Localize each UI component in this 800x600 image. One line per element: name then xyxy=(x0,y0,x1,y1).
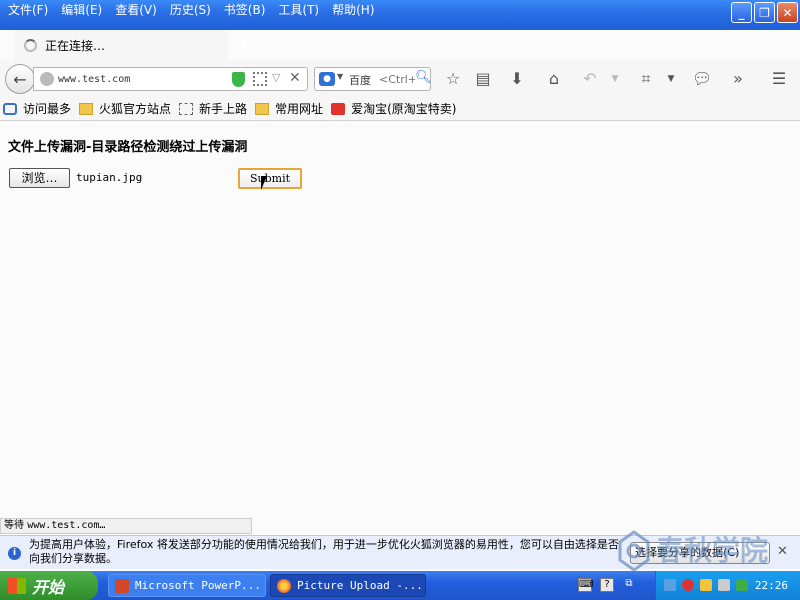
navigation-toolbar: ← ▽ ✕ ● ▼ 🔍︎ 百度 百度 ☆ ▤ ⬇ ⌂ ↶ ▼ ⌗ ▼ 💬︎ » … xyxy=(0,60,800,97)
screenshot-crop-icon[interactable]: ⌗ xyxy=(636,69,656,89)
status-host: www.test.com… xyxy=(27,520,106,531)
network-icon[interactable] xyxy=(664,579,676,591)
system-tray: 22:26 xyxy=(655,571,800,600)
taobao-icon xyxy=(331,102,346,115)
url-dropdown-icon[interactable]: ▽ xyxy=(272,71,280,84)
qr-code-icon[interactable] xyxy=(253,72,267,86)
folder-icon xyxy=(79,102,94,115)
firefox-icon xyxy=(277,578,291,593)
taskbar-item-powerpoint[interactable]: Microsoft PowerP... xyxy=(108,574,266,597)
menu-tools[interactable]: 工具(T) xyxy=(272,0,326,20)
search-engine-label: 百度 xyxy=(349,74,371,87)
close-window-button[interactable]: ✕ xyxy=(777,2,798,23)
globe-icon xyxy=(40,72,54,86)
bookmark-label: 常用网址 xyxy=(275,102,324,116)
url-input[interactable] xyxy=(58,71,228,87)
page-heading: 文件上传漏洞-目录路径检测绕过上传漏洞 xyxy=(8,140,248,155)
status-prefix: 等待 xyxy=(4,520,24,531)
selected-file-name: tupian.jpg xyxy=(76,171,143,184)
reload-icon[interactable]: ✕ xyxy=(289,70,301,86)
help-icon[interactable]: ? xyxy=(600,578,614,592)
search-icon[interactable]: 🔍︎ xyxy=(415,70,432,85)
menu-bar: 文件(F) 编辑(E) 查看(V) 历史(S) 书签(B) 工具(T) 帮助(H… xyxy=(2,0,382,20)
menu-help[interactable]: 帮助(H) xyxy=(326,0,381,20)
overflow-chevron-icon[interactable]: » xyxy=(728,69,748,89)
undo-dropdown-icon[interactable]: ▼ xyxy=(605,69,625,89)
tab-title: 正在连接… xyxy=(45,38,106,53)
powerpoint-icon xyxy=(115,578,129,593)
bookmark-star-icon[interactable]: ☆ xyxy=(443,69,463,89)
baidu-paw-icon[interactable]: ● xyxy=(319,72,335,86)
security-alert-icon[interactable] xyxy=(682,579,694,591)
bookmark-aitaobao[interactable]: 爱淘宝(原淘宝特卖) xyxy=(331,100,456,117)
search-icon xyxy=(3,102,17,115)
back-arrow-icon: ← xyxy=(13,69,27,89)
title-bar: 文件(F) 编辑(E) 查看(V) 历史(S) 书签(B) 工具(T) 帮助(H… xyxy=(0,0,800,30)
bookmark-label: 访问最多 xyxy=(23,102,72,116)
status-text: 等待 www.test.com… xyxy=(0,518,252,534)
windows-logo-icon xyxy=(8,577,26,594)
minimize-button[interactable]: _ xyxy=(731,2,752,23)
vm-icon[interactable] xyxy=(718,579,730,591)
hamburger-menu-icon[interactable]: ☰ xyxy=(769,69,789,89)
bookmark-label: 火狐官方站点 xyxy=(99,102,172,116)
taskbar: 开始 Microsoft PowerP... Picture Upload -.… xyxy=(0,571,800,600)
info-icon: i xyxy=(8,547,21,560)
loading-spinner-icon xyxy=(24,38,37,52)
mouse-cursor-icon xyxy=(261,176,273,190)
bookmarks-toolbar: 访问最多 火狐官方站点 新手上路 常用网址 爱淘宝(原淘宝特卖) xyxy=(0,97,800,121)
url-bar[interactable]: ▽ ✕ xyxy=(33,67,308,91)
folder-icon xyxy=(255,102,270,115)
bookmark-firefox-official[interactable]: 火狐官方站点 xyxy=(79,100,171,117)
search-bar[interactable]: ● ▼ 🔍︎ 百度 xyxy=(314,67,432,91)
taskbar-item-label: Microsoft PowerP... xyxy=(135,579,261,592)
start-button[interactable]: 开始 xyxy=(0,571,98,600)
start-label: 开始 xyxy=(32,577,65,597)
home-icon[interactable]: ⌂ xyxy=(544,69,564,89)
bookmark-getting-started[interactable]: 新手上路 xyxy=(179,100,247,117)
engine-dropdown-icon[interactable]: ▼ xyxy=(337,72,343,81)
close-icon[interactable]: ✕ xyxy=(777,544,788,559)
back-button[interactable]: ← xyxy=(5,64,35,94)
undo-icon[interactable]: ↶ xyxy=(580,69,600,89)
chat-bubble-icon[interactable]: 💬︎ xyxy=(692,69,712,89)
restore-button[interactable]: ❐ xyxy=(754,2,775,23)
shield-icon[interactable] xyxy=(700,579,712,591)
downloads-icon[interactable]: ⬇ xyxy=(507,69,527,89)
bookmark-label: 爱淘宝(原淘宝特卖) xyxy=(351,102,457,116)
bookmark-common-sites[interactable]: 常用网址 xyxy=(255,100,323,117)
bookmark-most-visited[interactable]: 访问最多 xyxy=(3,100,71,117)
tab-active[interactable]: 正在连接… xyxy=(14,30,228,60)
page-content: 文件上传漏洞-目录路径检测绕过上传漏洞 浏览… tupian.jpg Submi… xyxy=(0,122,800,517)
data-sharing-notification: i 为提高用户体验，Firefox 将发送部分功能的使用情况给我们，用于进一步优… xyxy=(0,535,800,569)
keyboard-icon[interactable]: ⌨ xyxy=(578,578,593,592)
language-bar[interactable]: ⌨ ? ⧉ xyxy=(578,578,638,594)
choose-data-button[interactable]: 选择要分享的数据(C) xyxy=(630,542,770,564)
browse-file-button[interactable]: 浏览… xyxy=(9,168,70,188)
restore-bar-icon[interactable]: ⧉ xyxy=(622,578,636,592)
taskbar-item-firefox[interactable]: Picture Upload -... xyxy=(270,574,426,597)
bookmark-label: 新手上路 xyxy=(199,102,248,116)
search-input[interactable] xyxy=(379,71,415,87)
menu-history[interactable]: 历史(S) xyxy=(164,0,218,20)
notification-message: 为提高用户体验，Firefox 将发送部分功能的使用情况给我们，用于进一步优化火… xyxy=(29,538,619,565)
taskbar-item-label: Picture Upload -... xyxy=(297,579,423,592)
update-icon[interactable] xyxy=(736,579,748,591)
menu-file[interactable]: 文件(F) xyxy=(2,0,55,20)
menu-view[interactable]: 查看(V) xyxy=(109,0,164,20)
menu-edit[interactable]: 编辑(E) xyxy=(55,0,109,20)
restore-icon: ❐ xyxy=(759,5,770,20)
new-tab-button[interactable]: + xyxy=(234,33,252,55)
reading-list-icon[interactable]: ▤ xyxy=(473,69,493,89)
blank-page-icon xyxy=(179,102,194,115)
shield-icon[interactable] xyxy=(232,72,245,87)
close-icon: ✕ xyxy=(782,5,793,20)
menu-bookmarks[interactable]: 书签(B) xyxy=(218,0,273,20)
minimize-icon: _ xyxy=(738,5,745,20)
clock: 22:26 xyxy=(754,579,788,592)
screenshot-dropdown-icon[interactable]: ▼ xyxy=(661,69,681,89)
